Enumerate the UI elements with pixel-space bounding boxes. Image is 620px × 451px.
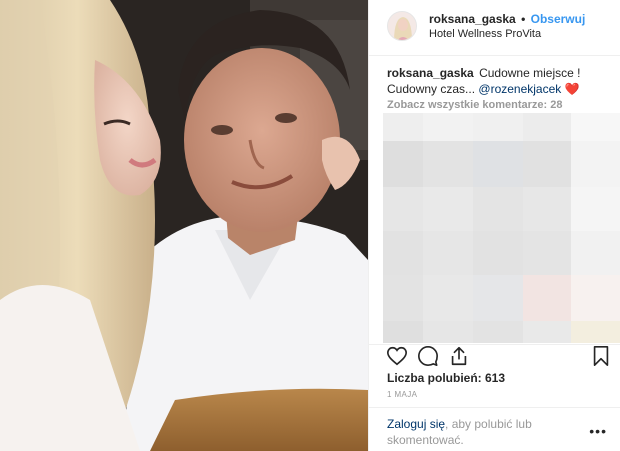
action-bar bbox=[369, 344, 620, 366]
view-all-comments-link[interactable]: Zobacz wszystkie komentarze: 28 bbox=[387, 99, 562, 111]
post-photo bbox=[0, 0, 368, 451]
header-username[interactable]: roksana_gaska bbox=[429, 12, 516, 26]
caption-username[interactable]: roksana_gaska bbox=[387, 66, 474, 80]
follow-button[interactable]: Obserwuj bbox=[531, 12, 586, 26]
caption-heart-emoji: ❤️ bbox=[564, 82, 580, 96]
post-photo-image bbox=[0, 0, 368, 451]
share-icon[interactable] bbox=[448, 345, 470, 367]
login-link[interactable]: Zaloguj się bbox=[387, 417, 445, 431]
avatar-image bbox=[388, 12, 416, 40]
pixelated-comments-image bbox=[383, 113, 620, 343]
likes-count[interactable]: Liczba polubień: 613 bbox=[387, 371, 505, 385]
location-link[interactable]: Hotel Wellness ProVita bbox=[429, 28, 541, 40]
header-username-row: roksana_gaska • Obserwuj bbox=[429, 12, 585, 26]
header-separator: • bbox=[521, 12, 526, 26]
heart-outline-icon[interactable] bbox=[386, 345, 408, 367]
caption-mention[interactable]: @rozenekjacek bbox=[478, 82, 561, 96]
post-side-panel: roksana_gaska • Obserwuj Hotel Wellness … bbox=[368, 0, 620, 451]
post-date[interactable]: 1 MAJA bbox=[387, 390, 417, 399]
bookmark-icon[interactable] bbox=[590, 345, 612, 367]
pixelated-comments-area bbox=[383, 113, 620, 343]
more-options-icon[interactable]: ••• bbox=[589, 424, 607, 438]
login-prompt-text: Zaloguj się, aby polubić lub skomentować… bbox=[387, 416, 547, 448]
comment-bubble-icon[interactable] bbox=[417, 345, 439, 367]
caption: roksana_gaska Cudowne miejsce ! Cudowny … bbox=[387, 65, 607, 97]
login-prompt: Zaloguj się, aby polubić lub skomentować… bbox=[369, 407, 620, 451]
post-header: roksana_gaska • Obserwuj Hotel Wellness … bbox=[369, 0, 620, 56]
avatar[interactable] bbox=[387, 11, 417, 41]
